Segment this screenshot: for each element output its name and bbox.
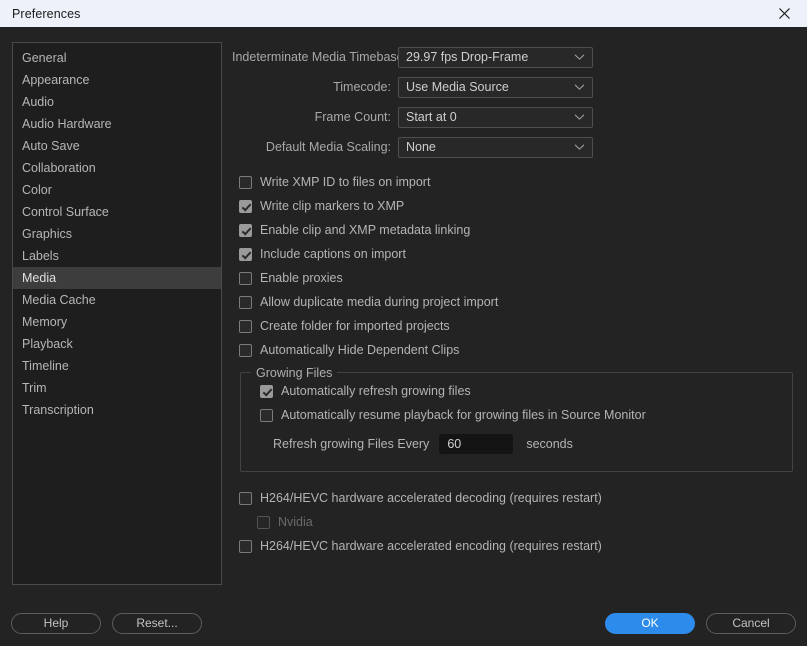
chevron-down-icon [574, 114, 585, 121]
sidebar-item-appearance[interactable]: Appearance [13, 69, 221, 91]
checkbox-h264-hevc-hardware-accelerated-decoding-requires[interactable] [239, 491, 252, 505]
checkbox-row-automatically-resume-playback-for-growing-files-[interactable]: Automatically resume playback for growin… [260, 403, 780, 427]
sidebar-item-auto-save[interactable]: Auto Save [13, 135, 221, 157]
refresh-interval-label: Refresh growing Files Every [273, 437, 430, 451]
checkbox-nvidia [257, 515, 270, 529]
field-row-frame-count: Frame Count: Start at 0 [232, 102, 797, 132]
sidebar-item-transcription[interactable]: Transcription [13, 399, 221, 421]
sidebar-item-media-cache[interactable]: Media Cache [13, 289, 221, 311]
refresh-interval-input[interactable]: 60 [439, 434, 514, 454]
sidebar-item-media[interactable]: Media [13, 267, 221, 289]
footer-right-buttons: OK Cancel [605, 612, 796, 634]
field-row-timecode: Timecode: Use Media Source [232, 72, 797, 102]
checkbox-automatically-resume-playback-for-growing-files-[interactable] [260, 408, 273, 422]
field-row-default-media-scaling: Default Media Scaling: None [232, 132, 797, 162]
checkbox-include-captions-on-import[interactable] [239, 247, 252, 261]
checkbox-automatically-refresh-growing-files[interactable] [260, 384, 273, 398]
select-indeterminate-media-timebase[interactable]: 29.97 fps Drop-Frame [398, 46, 593, 68]
refresh-interval-units: seconds [526, 437, 573, 451]
checkbox-row-include-captions-on-import[interactable]: Include captions on import [239, 242, 797, 266]
select-value: None [406, 140, 436, 154]
field-row-indeterminate-media-timebase: Indeterminate Media Timebase: 29.97 fps D… [232, 42, 797, 72]
checkbox-label: Nvidia [278, 515, 313, 529]
sidebar-item-audio[interactable]: Audio [13, 91, 221, 113]
checkbox-row-h264-hevc-hardware-accelerated-decoding-requires[interactable]: H264/HEVC hardware accelerated decoding … [239, 486, 797, 510]
select-frame-count[interactable]: Start at 0 [398, 106, 593, 128]
window-titlebar: Preferences [0, 0, 807, 27]
growing-files-group: Growing Files Automatically refresh grow… [240, 366, 793, 472]
sidebar-item-audio-hardware[interactable]: Audio Hardware [13, 113, 221, 135]
checkbox-enable-clip-and-xmp-metadata-linking[interactable] [239, 223, 252, 237]
checkbox-automatically-hide-dependent-clips[interactable] [239, 343, 252, 357]
checkbox-create-folder-for-imported-projects[interactable] [239, 319, 252, 333]
media-checkbox-group: Write XMP ID to files on import Write cli… [239, 170, 797, 362]
checkbox-label: Allow duplicate media during project imp… [260, 295, 499, 309]
checkbox-row-write-clip-markers-to-xmp[interactable]: Write clip markers to XMP [239, 194, 797, 218]
checkbox-row-h264-hevc-hardware-accelerated-encoding-requires[interactable]: H264/HEVC hardware accelerated encoding … [239, 534, 797, 558]
window-title: Preferences [12, 6, 81, 21]
select-field-group: Indeterminate Media Timebase: 29.97 fps D… [232, 42, 797, 162]
refresh-interval-row: Refresh growing Files Every 60 seconds [273, 431, 780, 457]
sidebar-item-trim[interactable]: Trim [13, 377, 221, 399]
sidebar-item-labels[interactable]: Labels [13, 245, 221, 267]
checkbox-row-create-folder-for-imported-projects[interactable]: Create folder for imported projects [239, 314, 797, 338]
close-icon[interactable] [761, 0, 807, 27]
cancel-button[interactable]: Cancel [706, 612, 796, 634]
checkbox-row-nvidia: Nvidia [257, 510, 797, 534]
checkbox-label: Automatically Hide Dependent Clips [260, 343, 460, 357]
checkbox-label: Create folder for imported projects [260, 319, 450, 333]
reset-button[interactable]: Reset... [112, 612, 202, 634]
select-timecode[interactable]: Use Media Source [398, 76, 593, 98]
chevron-down-icon [574, 54, 585, 61]
growing-files-legend: Growing Files [251, 366, 338, 380]
checkbox-row-enable-proxies[interactable]: Enable proxies [239, 266, 797, 290]
label-frame-count: Frame Count: [314, 110, 391, 124]
label-indeterminate-media-timebase: Indeterminate Media Timebase: [232, 50, 408, 64]
checkbox-label: Write clip markers to XMP [260, 199, 405, 213]
checkbox-row-write-xmp-id-to-files-on-import[interactable]: Write XMP ID to files on import [239, 170, 797, 194]
help-button[interactable]: Help [11, 612, 101, 634]
chevron-down-icon [574, 84, 585, 91]
dialog-footer: Help Reset... OK Cancel [0, 600, 807, 646]
sidebar-item-general[interactable]: General [13, 47, 221, 69]
hardware-acceleration-group: H264/HEVC hardware accelerated decoding … [239, 486, 797, 558]
label-timecode: Timecode: [333, 80, 391, 94]
select-value: Start at 0 [406, 110, 457, 124]
checkbox-h264-hevc-hardware-accelerated-encoding-requires[interactable] [239, 539, 252, 553]
sidebar-item-timeline[interactable]: Timeline [13, 355, 221, 377]
checkbox-row-automatically-refresh-growing-files[interactable]: Automatically refresh growing files [260, 379, 780, 403]
checkbox-write-xmp-id-to-files-on-import[interactable] [239, 175, 252, 189]
sidebar-item-control-surface[interactable]: Control Surface [13, 201, 221, 223]
sidebar-item-color[interactable]: Color [13, 179, 221, 201]
media-preferences-pane: Indeterminate Media Timebase: 29.97 fps D… [232, 42, 797, 558]
chevron-down-icon [574, 144, 585, 151]
select-default-media-scaling[interactable]: None [398, 136, 593, 158]
checkbox-write-clip-markers-to-xmp[interactable] [239, 199, 252, 213]
checkbox-label: Enable proxies [260, 271, 343, 285]
checkbox-label: H264/HEVC hardware accelerated decoding … [260, 491, 602, 505]
preferences-category-list[interactable]: General Appearance Audio Audio Hardware Auto… [12, 42, 222, 585]
preferences-dialog-body: General Appearance Audio Audio Hardware Auto… [0, 27, 807, 646]
checkbox-label: Write XMP ID to files on import [260, 175, 431, 189]
label-default-media-scaling: Default Media Scaling: [265, 140, 391, 154]
sidebar-item-collaboration[interactable]: Collaboration [13, 157, 221, 179]
sidebar-item-playback[interactable]: Playback [13, 333, 221, 355]
checkbox-enable-proxies[interactable] [239, 271, 252, 285]
footer-left-buttons: Help Reset... [11, 612, 202, 634]
checkbox-label: Automatically refresh growing files [281, 384, 471, 398]
checkbox-label: H264/HEVC hardware accelerated encoding … [260, 539, 602, 553]
select-value: Use Media Source [406, 80, 509, 94]
checkbox-row-allow-duplicate-media-during-project-import[interactable]: Allow duplicate media during project imp… [239, 290, 797, 314]
ok-button[interactable]: OK [605, 612, 695, 634]
sidebar-item-memory[interactable]: Memory [13, 311, 221, 333]
growing-files-checkboxes: Automatically refresh growing files Autom… [253, 379, 780, 427]
checkbox-row-enable-clip-and-xmp-metadata-linking[interactable]: Enable clip and XMP metadata linking [239, 218, 797, 242]
sidebar-item-graphics[interactable]: Graphics [13, 223, 221, 245]
checkbox-allow-duplicate-media-during-project-import[interactable] [239, 295, 252, 309]
checkbox-label: Enable clip and XMP metadata linking [260, 223, 471, 237]
select-value: 29.97 fps Drop-Frame [406, 50, 529, 64]
checkbox-label: Automatically resume playback for growin… [281, 408, 646, 422]
checkbox-row-automatically-hide-dependent-clips[interactable]: Automatically Hide Dependent Clips [239, 338, 797, 362]
checkbox-label: Include captions on import [260, 247, 406, 261]
